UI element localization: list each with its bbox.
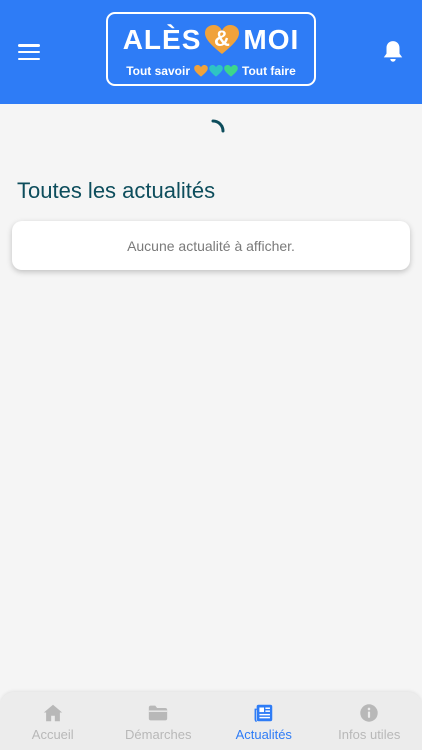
tab-label: Démarches xyxy=(125,727,192,742)
menu-icon-bar xyxy=(18,50,40,54)
loading-spinner xyxy=(200,118,226,144)
bottom-tab-bar: Accueil Démarches Actualités Infos utile… xyxy=(0,692,422,750)
app-logo: ALÈS & MOI Tout savoir Tout faire xyxy=(106,12,316,86)
mini-hearts xyxy=(194,65,238,77)
logo-ampersand: & xyxy=(213,26,231,51)
tab-demarches[interactable]: Démarches xyxy=(106,692,212,750)
page-title: Toutes les actualités xyxy=(17,178,216,203)
menu-icon-bar xyxy=(18,44,40,47)
tab-label: Accueil xyxy=(31,727,74,742)
tab-label: Actualités xyxy=(235,727,292,742)
home-icon xyxy=(43,704,62,722)
logo-title-right: MOI xyxy=(243,24,300,55)
menu-icon-bar xyxy=(18,57,40,60)
heart-orange-icon xyxy=(194,65,208,77)
tab-actualites[interactable]: Actualités xyxy=(211,692,317,750)
empty-news-card: Aucune actualité à afficher. xyxy=(12,221,410,270)
menu-button[interactable] xyxy=(18,44,40,60)
heart-logo-icon: & xyxy=(205,25,240,55)
logo-title: ALÈS & MOI xyxy=(108,24,314,56)
folder-icon xyxy=(149,705,168,721)
logo-subtitle: Tout savoir Tout faire xyxy=(108,64,314,78)
tab-accueil[interactable]: Accueil xyxy=(0,692,106,750)
logo-title-left: ALÈS xyxy=(122,24,202,55)
empty-message: Aucune actualité à afficher. xyxy=(127,237,295,254)
tab-label: Infos utiles xyxy=(338,727,401,742)
app-header: ALÈS & MOI Tout savoir Tout faire xyxy=(0,0,422,104)
heart-teal-icon xyxy=(209,65,223,77)
logo-sub-left: Tout savoir xyxy=(126,64,190,78)
logo-sub-right: Tout faire xyxy=(242,64,296,78)
bell-icon xyxy=(383,41,403,62)
notifications-button[interactable] xyxy=(380,39,406,65)
heart-green-icon xyxy=(224,65,238,77)
newspaper-icon xyxy=(254,704,272,722)
tab-infos-utiles[interactable]: Infos utiles xyxy=(317,692,422,750)
info-icon xyxy=(360,704,378,722)
